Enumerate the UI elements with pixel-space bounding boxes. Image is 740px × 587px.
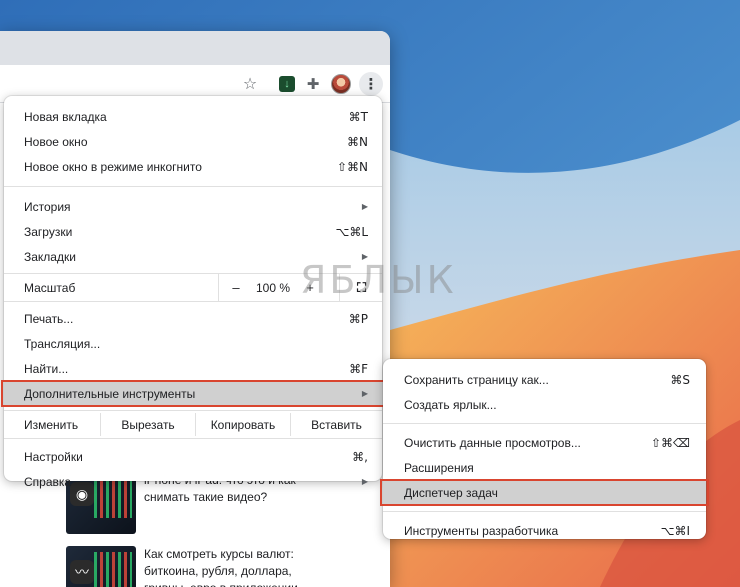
edit-row: Изменить Вырезать Копировать Вставить bbox=[4, 411, 382, 438]
menu-item-clear-data[interactable]: Очистить данные просмотров... ⇧⌘⌫ bbox=[383, 430, 706, 455]
zoom-control: – 100 % + ⛶ bbox=[218, 274, 382, 301]
menu-item-task-manager[interactable]: Диспетчер задач bbox=[380, 479, 709, 506]
fullscreen-icon[interactable]: ⛶ bbox=[339, 274, 383, 301]
menu-item-help[interactable]: Справка ▶ bbox=[4, 469, 382, 494]
menu-item-bookmarks[interactable]: Закладки ▶ bbox=[4, 244, 382, 269]
menu-item-downloads[interactable]: Загрузки ⌥⌘L bbox=[4, 219, 382, 244]
menu-item-history[interactable]: История ▶ bbox=[4, 194, 382, 219]
submenu-arrow-icon: ▶ bbox=[361, 202, 368, 211]
zoom-value: 100 % bbox=[255, 280, 291, 295]
cut-button[interactable]: Вырезать bbox=[100, 413, 195, 436]
menu-item-new-window[interactable]: Новое окно ⌘N bbox=[4, 129, 382, 154]
menu-item-create-shortcut[interactable]: Создать ярлык... bbox=[383, 392, 706, 417]
extension-download-icon[interactable]: ↓ bbox=[276, 73, 298, 95]
chrome-main-menu: Новая вкладка ⌘T Новое окно ⌘N Новое окн… bbox=[1, 96, 385, 489]
menu-item-cast[interactable]: Трансляция... bbox=[4, 331, 382, 356]
kebab-menu-icon[interactable]: ⋮ bbox=[359, 72, 383, 96]
avatar[interactable] bbox=[330, 73, 352, 95]
menu-divider bbox=[383, 423, 706, 424]
menu-divider bbox=[4, 186, 382, 187]
shortcut: ⌥⌘I bbox=[660, 523, 690, 538]
article-title[interactable]: Как смотреть курсы валют: биткоина, рубл… bbox=[144, 546, 334, 587]
article-thumbnail: 〰 bbox=[66, 546, 136, 587]
menu-item-settings[interactable]: Настройки ⌘, bbox=[4, 444, 382, 469]
shortcut: ⌘T bbox=[348, 109, 368, 124]
menu-divider bbox=[4, 438, 382, 439]
shortcut: ⌥⌘L bbox=[335, 224, 368, 239]
tab-strip bbox=[0, 31, 390, 65]
shortcut: ⌘S bbox=[670, 372, 690, 387]
submenu-arrow-icon: ▶ bbox=[361, 252, 368, 261]
menu-item-print[interactable]: Печать... ⌘P bbox=[4, 306, 382, 331]
shortcut: ⇧⌘N bbox=[336, 159, 368, 174]
zoom-in-button[interactable]: + bbox=[293, 280, 327, 295]
menu-item-new-tab[interactable]: Новая вкладка ⌘T bbox=[4, 104, 382, 129]
submenu-arrow-icon: ▶ bbox=[361, 389, 368, 398]
shortcut: ⇧⌘⌫ bbox=[650, 435, 690, 450]
edit-label: Изменить bbox=[24, 417, 79, 432]
zoom-row: Масштаб – 100 % + ⛶ bbox=[4, 274, 382, 301]
menu-item-save-page[interactable]: Сохранить страницу как... ⌘S bbox=[383, 367, 706, 392]
stocks-icon: 〰 bbox=[70, 560, 94, 584]
puzzle-icon[interactable]: ✚ bbox=[302, 73, 324, 95]
star-icon[interactable]: ☆ bbox=[239, 73, 261, 95]
shortcut: ⌘N bbox=[347, 134, 368, 149]
menu-item-find[interactable]: Найти... ⌘F bbox=[4, 356, 382, 381]
list-item[interactable]: 〰 Как смотреть курсы валют: биткоина, ру… bbox=[66, 546, 376, 587]
menu-divider bbox=[4, 301, 382, 302]
menu-item-new-incognito[interactable]: Новое окно в режиме инкогнито ⇧⌘N bbox=[4, 154, 382, 179]
shortcut: ⌘, bbox=[352, 449, 368, 464]
shortcut: ⌘F bbox=[349, 361, 368, 376]
paste-button[interactable]: Вставить bbox=[290, 413, 382, 436]
submenu-arrow-icon: ▶ bbox=[361, 477, 368, 486]
zoom-out-button[interactable]: – bbox=[219, 280, 253, 295]
shortcut: ⌘P bbox=[348, 311, 368, 326]
menu-item-dev-tools[interactable]: Инструменты разработчика ⌥⌘I bbox=[383, 518, 706, 543]
menu-divider bbox=[383, 511, 706, 512]
more-tools-submenu: Сохранить страницу как... ⌘S Создать ярл… bbox=[380, 359, 709, 539]
menu-item-more-tools[interactable]: Дополнительные инструменты ▶ bbox=[1, 380, 385, 407]
menu-item-extensions[interactable]: Расширения bbox=[383, 455, 706, 480]
copy-button[interactable]: Копировать bbox=[195, 413, 290, 436]
